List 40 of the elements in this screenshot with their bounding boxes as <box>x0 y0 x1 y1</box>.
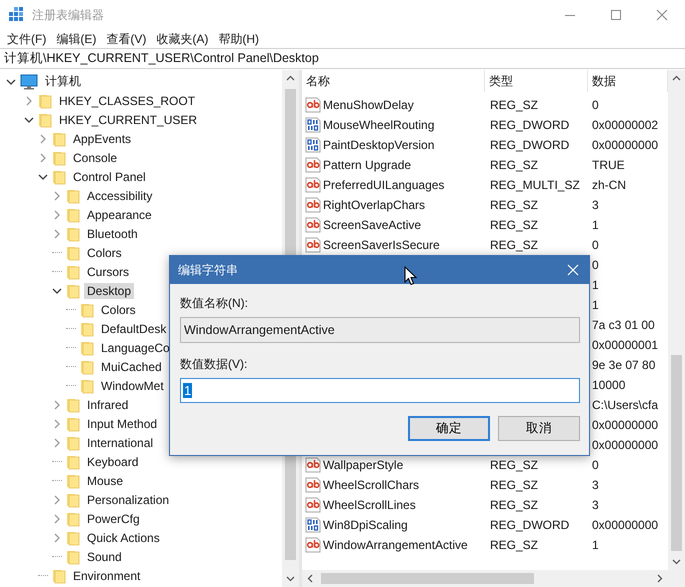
value-data: 0x00000000 <box>592 418 658 432</box>
value-data: 0x00000000 <box>592 138 658 152</box>
value-data: 3 <box>592 198 599 212</box>
value-data: 1 <box>592 218 599 232</box>
value-type: REG_DWORD <box>490 518 570 532</box>
value-type: REG_SZ <box>490 458 538 472</box>
value-data: 3 <box>592 498 599 512</box>
value-data: 10000 <box>592 378 626 392</box>
value-data: 0 <box>592 258 599 272</box>
value-data: 7a c3 01 00 <box>592 318 655 332</box>
value-data: 0x00000002 <box>592 118 658 132</box>
value-type: REG_MULTI_SZ <box>490 178 580 192</box>
value-type: REG_SZ <box>490 98 538 112</box>
value-data: TRUE <box>592 158 625 172</box>
value-type: REG_SZ <box>490 238 538 252</box>
value-type: REG_SZ <box>490 198 538 212</box>
window-title: 注册表编辑器 <box>32 6 104 24</box>
dialog-title: 编辑字符串 <box>178 262 238 278</box>
value-type: REG_DWORD <box>490 138 570 152</box>
value-type: REG_SZ <box>490 498 538 512</box>
value-data: 3 <box>592 478 599 492</box>
value-data: 1 <box>592 538 599 552</box>
value-type: REG_SZ <box>490 218 538 232</box>
value-type: REG_SZ <box>490 158 538 172</box>
value-data: 0x00000000 <box>592 438 658 452</box>
value-type: REG_SZ <box>490 538 538 552</box>
value-data: 0x00000001 <box>592 338 658 352</box>
value-data: zh-CN <box>592 178 626 192</box>
field-label: 数值数据(V): <box>180 356 248 372</box>
value-type: REG_DWORD <box>490 118 570 132</box>
value-data: 0 <box>592 238 599 252</box>
value-data: 0x00000000 <box>592 518 658 532</box>
value-data: 0 <box>592 458 599 472</box>
value-data: 0 <box>592 98 599 112</box>
value-data: 1 <box>592 298 599 312</box>
value-data: C:\Users\cfa <box>592 398 658 412</box>
value-type: REG_SZ <box>490 478 538 492</box>
field-label: 数值名称(N): <box>180 295 249 311</box>
value-data: 1 <box>592 278 599 292</box>
value-data: 9e 3e 07 80 <box>592 358 656 372</box>
